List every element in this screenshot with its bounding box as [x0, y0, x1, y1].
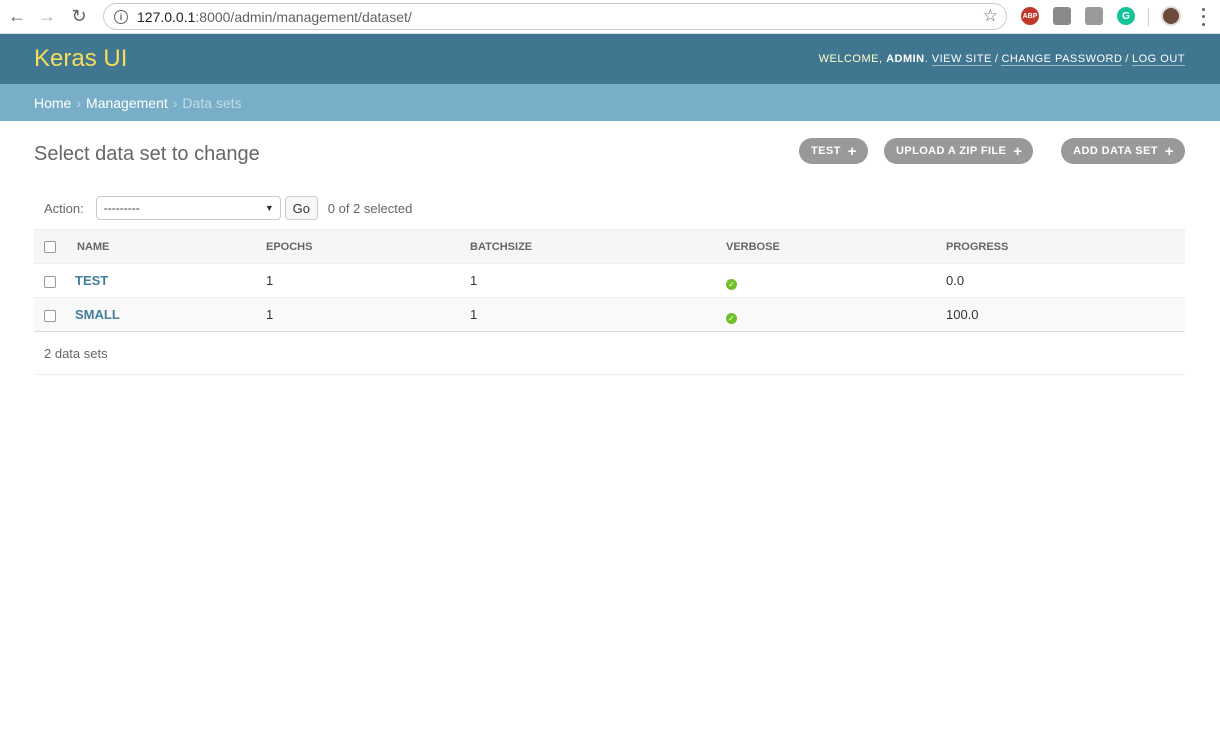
- username: ADMIN: [886, 53, 925, 65]
- action-label: Action:: [44, 200, 84, 216]
- table-header-row: NAME EPOCHS BATCHSIZE VERBOSE PROGRESS: [34, 229, 1185, 264]
- test-button[interactable]: TEST +: [799, 138, 868, 164]
- grammarly-icon[interactable]: G: [1117, 7, 1135, 25]
- progress-cell: 0.0: [946, 263, 1185, 298]
- address-bar[interactable]: i 127.0.0.1:8000/admin/management/datase…: [103, 3, 1007, 30]
- page-title: Select data set to change: [34, 143, 260, 165]
- plus-icon: +: [1164, 142, 1174, 160]
- back-icon[interactable]: ←: [6, 6, 28, 28]
- chevron-down-icon: ▼: [264, 203, 274, 213]
- actions-bar: Action: --------- ▼ Go 0 of 2 selected: [34, 195, 1185, 221]
- upload-zip-button[interactable]: UPLOAD A ZIP FILE +: [884, 138, 1034, 164]
- action-select-value: ---------: [103, 201, 140, 215]
- info-icon[interactable]: i: [114, 9, 128, 24]
- epochs-cell: 1: [266, 263, 470, 298]
- table-row: SMALL 1 1 ✓ 100.0: [34, 297, 1185, 332]
- forward-icon[interactable]: →: [36, 6, 58, 28]
- column-header-epochs[interactable]: EPOCHS: [266, 229, 470, 264]
- extension-icon[interactable]: [1085, 7, 1103, 25]
- site-header: Keras UI WELCOME, ADMIN. VIEW SITE / CHANG…: [0, 34, 1220, 84]
- column-header-progress[interactable]: PROGRESS: [946, 229, 1185, 264]
- browser-toolbar: ← → ↻ i 127.0.0.1:8000/admin/management/…: [0, 0, 1220, 34]
- row-checkbox[interactable]: [44, 309, 56, 322]
- row-checkbox[interactable]: [44, 275, 56, 288]
- menu-kebab-icon[interactable]: [1198, 6, 1208, 28]
- breadcrumb: Home › Management › Data sets: [0, 84, 1220, 121]
- check-yes-icon: ✓: [726, 279, 737, 290]
- batchsize-cell: 1: [470, 297, 726, 332]
- welcome-text: WELCOME,: [818, 53, 887, 65]
- paginator: 2 data sets: [34, 332, 1185, 375]
- bookmark-star-icon[interactable]: ☆: [983, 6, 998, 26]
- add-data-set-button[interactable]: ADD DATA SET +: [1061, 138, 1185, 164]
- column-header-verbose[interactable]: VERBOSE: [726, 229, 946, 264]
- reload-icon[interactable]: ↻: [68, 6, 90, 28]
- plus-icon: +: [1013, 142, 1023, 160]
- column-header-batchsize[interactable]: BATCHSIZE: [470, 229, 726, 264]
- object-tools: TEST + UPLOAD A ZIP FILE + ADD DATA SET +: [799, 138, 1185, 164]
- url-text: 127.0.0.1:8000/admin/management/dataset/: [137, 8, 412, 25]
- selection-counter: 0 of 2 selected: [327, 200, 413, 216]
- view-site-link[interactable]: VIEW SITE: [931, 53, 992, 66]
- select-all-checkbox[interactable]: [44, 240, 56, 253]
- change-password-link[interactable]: CHANGE PASSWORD: [1001, 53, 1123, 66]
- plus-icon: +: [847, 142, 857, 160]
- user-tools: WELCOME, ADMIN. VIEW SITE / CHANGE PASSWOR…: [818, 53, 1185, 66]
- batchsize-cell: 1: [470, 263, 726, 298]
- breadcrumb-management[interactable]: Management: [86, 95, 168, 111]
- breadcrumb-separator: ›: [172, 94, 178, 111]
- profile-avatar[interactable]: [1161, 6, 1181, 26]
- action-select[interactable]: --------- ▼: [95, 196, 281, 220]
- logout-link[interactable]: LOG OUT: [1131, 53, 1185, 66]
- toolbar-divider: [1148, 8, 1149, 26]
- adblock-icon[interactable]: ABP: [1021, 7, 1039, 25]
- results-table: NAME EPOCHS BATCHSIZE VERBOSE PROGRESS T…: [34, 229, 1185, 375]
- progress-cell: 100.0: [946, 297, 1185, 332]
- drive-icon[interactable]: [1053, 7, 1071, 25]
- dataset-name-link[interactable]: TEST: [75, 273, 108, 288]
- dataset-name-link[interactable]: SMALL: [75, 307, 120, 322]
- site-brand[interactable]: Keras UI: [34, 45, 127, 73]
- check-yes-icon: ✓: [726, 313, 737, 324]
- column-header-name[interactable]: NAME: [75, 229, 266, 264]
- go-button[interactable]: Go: [284, 196, 318, 220]
- breadcrumb-home[interactable]: Home: [34, 95, 71, 111]
- breadcrumb-separator: ›: [76, 94, 82, 111]
- breadcrumb-current: Data sets: [182, 94, 242, 111]
- table-row: TEST 1 1 ✓ 0.0: [34, 263, 1185, 298]
- epochs-cell: 1: [266, 297, 470, 332]
